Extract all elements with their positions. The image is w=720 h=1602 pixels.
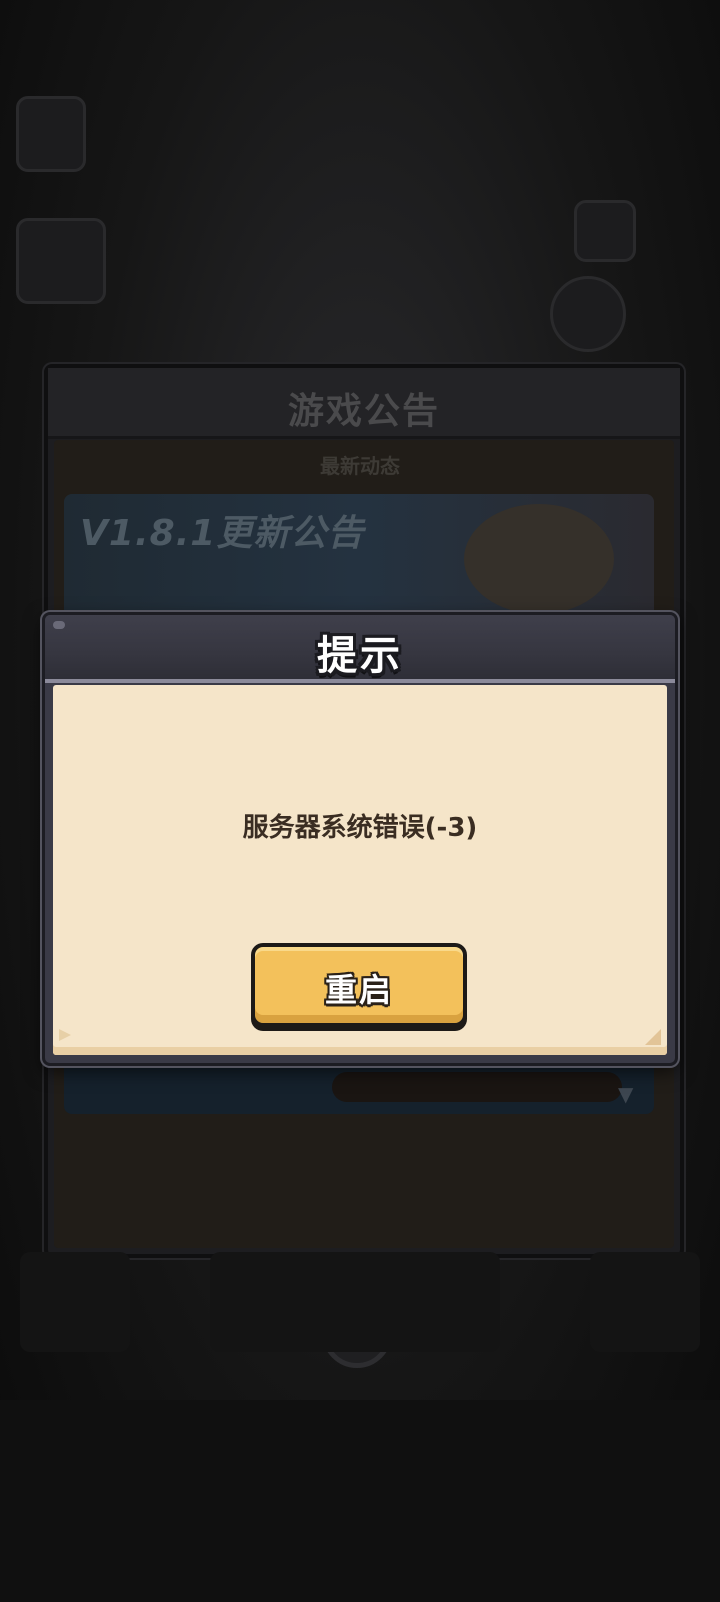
dialog-body: 服务器系统错误(-3) 重启 [53, 685, 667, 1055]
nav-slot-right [590, 1252, 700, 1352]
dialog-title: 提示 [317, 633, 403, 679]
news-banner[interactable]: V1.8.1更新公告 [64, 494, 654, 618]
dialog-header: 提示 [45, 615, 675, 683]
player-avatar-frame [16, 96, 86, 172]
expand-arrow-icon[interactable]: ▼ [618, 1082, 633, 1106]
settings-button-shape [550, 276, 626, 352]
announcement-subtitle: 最新动态 [320, 454, 400, 478]
restart-button[interactable]: 重启 [251, 943, 467, 1027]
game-screen: 游戏公告 最新动态 V1.8.1更新公告 ▼ 提示 服务器系统错误(-3) 重启 [0, 0, 720, 1602]
nav-slot-center [210, 1252, 500, 1352]
corner-decoration-right [645, 1029, 661, 1045]
corner-decoration-left [59, 1029, 71, 1041]
restart-button-label: 重启 [324, 971, 393, 1009]
nav-slot-left [20, 1252, 130, 1352]
news-banner-title: V1.8.1更新公告 [80, 513, 365, 554]
error-dialog: 提示 服务器系统错误(-3) 重启 [42, 612, 678, 1066]
news-card-progress-bar [332, 1072, 622, 1102]
announcement-header: 游戏公告 [48, 368, 680, 439]
news-banner-artwork [464, 504, 614, 614]
error-message: 服务器系统错误(-3) [242, 813, 478, 843]
mail-button-shape [574, 200, 636, 262]
announcement-title: 游戏公告 [287, 391, 440, 432]
menu-button-shape [16, 218, 106, 304]
bottom-nav-bar [0, 1400, 720, 1602]
